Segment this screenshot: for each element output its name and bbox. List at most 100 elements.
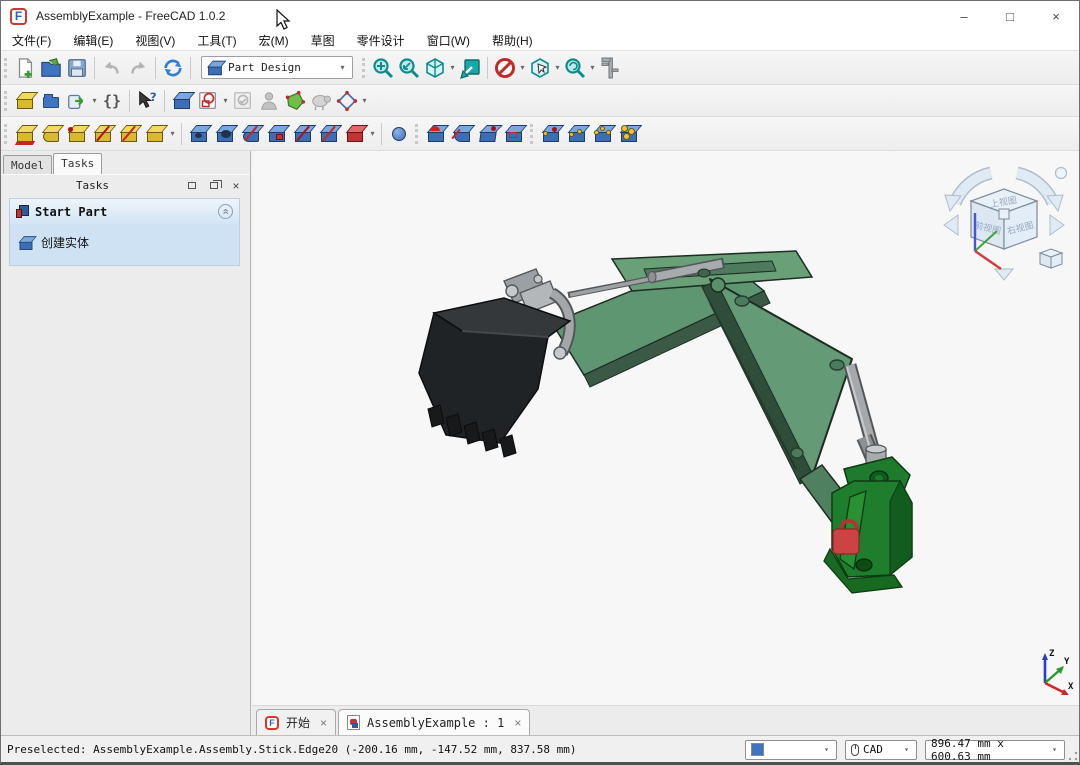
open-file-icon[interactable] (38, 55, 64, 81)
dropdown-icon[interactable]: ▾ (588, 63, 597, 72)
axonometric-view-icon[interactable] (422, 55, 448, 81)
nav-mini-cube-icon (1040, 249, 1062, 268)
3d-viewport[interactable]: 上视图 前视图 右视图 Z Y (252, 151, 1079, 705)
collapse-chevron-icon[interactable]: « (218, 204, 233, 219)
pocket-icon[interactable] (186, 121, 212, 147)
subtractive-sweep-icon[interactable] (290, 121, 316, 147)
tab-close-icon[interactable]: × (320, 716, 327, 730)
attach-sketch-icon[interactable] (256, 88, 282, 114)
menu-tools[interactable]: 工具(T) (186, 31, 247, 51)
toolbar-grip[interactable] (530, 124, 534, 144)
sync-view-icon[interactable] (457, 55, 483, 81)
create-group-icon[interactable] (38, 88, 64, 114)
tab-start-page[interactable]: F 开始 × (256, 709, 336, 735)
dropdown-icon[interactable]: ▾ (221, 96, 230, 105)
toolbar-grip[interactable] (4, 58, 8, 78)
link-make-icon[interactable] (64, 88, 90, 114)
new-file-icon[interactable] (12, 55, 38, 81)
toolbar-grip[interactable] (4, 91, 8, 111)
fillet-icon[interactable] (423, 121, 449, 147)
edit-sketch-icon[interactable] (230, 88, 256, 114)
draw-style-icon[interactable] (527, 55, 553, 81)
tab-assembly-example[interactable]: AssemblyExample : 1 × (338, 709, 530, 735)
revolution-icon[interactable] (38, 121, 64, 147)
fit-all-icon[interactable] (370, 55, 396, 81)
menu-edit[interactable]: 编辑(E) (62, 31, 124, 51)
measure-icon[interactable] (597, 55, 623, 81)
subtractive-primitive-icon[interactable] (342, 121, 368, 147)
draft-icon[interactable] (475, 121, 501, 147)
toolbar-grip[interactable] (4, 124, 8, 144)
pad-icon[interactable] (12, 121, 38, 147)
boolean-icon[interactable] (386, 121, 412, 147)
menu-macro[interactable]: 宏(M) (248, 31, 300, 51)
menu-partdesign[interactable]: 零件设计 (346, 31, 416, 51)
additive-loft-icon[interactable] (64, 121, 90, 147)
menu-view[interactable]: 视图(V) (124, 31, 186, 51)
view-dimension-selector[interactable]: 896.47 mm x 600.63 mm ▾ (925, 740, 1065, 760)
hole-icon[interactable] (212, 121, 238, 147)
dropdown-icon[interactable]: ▾ (518, 63, 527, 72)
task-group-header[interactable]: Start Part « (10, 199, 239, 224)
undo-icon[interactable] (99, 55, 125, 81)
resize-grip[interactable] (1068, 751, 1078, 761)
dock-close-button[interactable]: × (228, 179, 244, 193)
datum-icon[interactable] (334, 88, 360, 114)
dropdown-icon[interactable]: ▾ (360, 96, 369, 105)
clipping-plane-icon[interactable] (492, 55, 518, 81)
menu-sketch[interactable]: 草图 (300, 31, 346, 51)
additive-sweep-icon[interactable] (90, 121, 116, 147)
toolbar-grip[interactable] (415, 124, 419, 144)
validate-sketch-icon[interactable] (282, 88, 308, 114)
menu-help[interactable]: 帮助(H) (481, 31, 544, 51)
create-body-icon[interactable] (169, 88, 195, 114)
refresh-icon[interactable] (160, 55, 186, 81)
document-icon (347, 715, 360, 730)
dropdown-icon[interactable]: ▾ (553, 63, 562, 72)
subtractive-helix-icon[interactable] (316, 121, 342, 147)
minimize-button[interactable]: – (941, 1, 987, 31)
maximize-button[interactable]: □ (987, 1, 1033, 31)
task-group-title: Start Part (35, 205, 218, 219)
unit-system-selector[interactable]: ▾ (745, 740, 837, 760)
create-sketch-icon[interactable] (195, 88, 221, 114)
freecad-logo-icon: F (10, 8, 27, 25)
save-icon[interactable] (64, 55, 90, 81)
create-part-icon[interactable] (12, 88, 38, 114)
navigation-style-selector[interactable]: CAD ▾ (845, 740, 917, 760)
menu-window[interactable]: 窗口(W) (416, 31, 481, 51)
linear-pattern-icon[interactable] (564, 121, 590, 147)
toolbar-structure: ▾ {} ? ▾ ▾ (1, 85, 1079, 117)
zoom-selection-icon[interactable] (396, 55, 422, 81)
dock-float-button[interactable] (206, 179, 222, 193)
navigation-cube[interactable]: 上视图 前视图 右视图 (939, 163, 1069, 283)
menu-file[interactable]: 文件(F) (1, 31, 62, 51)
dropdown-icon[interactable]: ▾ (368, 129, 377, 138)
polar-pattern-icon[interactable] (590, 121, 616, 147)
subtractive-loft-icon[interactable] (264, 121, 290, 147)
chamfer-icon[interactable] (449, 121, 475, 147)
additive-helix-icon[interactable] (116, 121, 142, 147)
mirrored-icon[interactable] (538, 121, 564, 147)
create-solid-task[interactable]: 创建实体 (18, 234, 231, 251)
dropdown-icon[interactable]: ▾ (168, 129, 177, 138)
tab-close-icon[interactable]: × (514, 716, 521, 730)
dropdown-icon: ▾ (822, 745, 831, 754)
dropdown-icon[interactable]: ▾ (448, 63, 457, 72)
tab-model[interactable]: Model (3, 155, 52, 174)
tab-tasks[interactable]: Tasks (53, 153, 102, 174)
whats-this-icon[interactable]: ? (134, 88, 160, 114)
close-button[interactable]: × (1033, 1, 1079, 31)
additive-primitive-icon[interactable] (142, 121, 168, 147)
expression-icon[interactable]: {} (99, 88, 125, 114)
view-zoom-icon[interactable] (562, 55, 588, 81)
dropdown-icon[interactable]: ▾ (90, 96, 99, 105)
thickness-icon[interactable] (501, 121, 527, 147)
groove-icon[interactable] (238, 121, 264, 147)
redo-icon[interactable] (125, 55, 151, 81)
clone-icon[interactable] (308, 88, 334, 114)
workbench-selector[interactable]: Part Design ▾ (201, 56, 353, 79)
dock-minimize-button[interactable] (184, 179, 200, 193)
toolbar-grip[interactable] (362, 58, 366, 78)
multitransform-icon[interactable] (616, 121, 642, 147)
